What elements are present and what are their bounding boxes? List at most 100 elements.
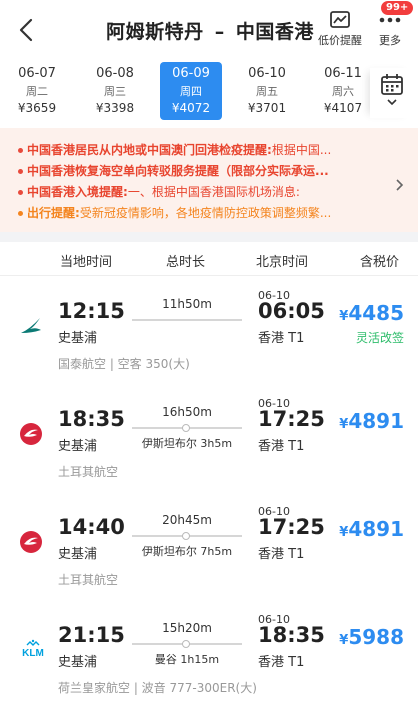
column-beijing-time: 北京时间 <box>256 255 309 270</box>
departure-airport: 史基浦 <box>58 439 98 454</box>
flight-price: ¥5988 <box>339 625 404 649</box>
back-button[interactable] <box>14 16 40 44</box>
arrival-time: 18:35 <box>258 623 325 647</box>
departure-airport: 史基浦 <box>58 547 98 562</box>
date-tab-date: 06-07 <box>18 66 56 81</box>
departure-time: 21:15 <box>58 623 125 647</box>
arrival-airport: 香港 T1 <box>258 439 305 454</box>
departure-airport: 史基浦 <box>58 655 98 670</box>
route-title: 阿姆斯特丹 – 中国香港 <box>100 17 320 44</box>
notice-title: 出行提醒: <box>27 206 80 220</box>
column-local-time: 当地时间 <box>60 255 113 270</box>
stopover-info: 曼谷 1h15m <box>154 653 220 666</box>
date-tab-price: ¥3398 <box>95 101 135 115</box>
notice-title: 中国香港入境提醒: <box>27 185 128 199</box>
flight-card-1[interactable]: 12:15 史基浦 11h50m 06-10 06:05 香港 T1 ¥4485… <box>0 277 418 393</box>
airline-info: 土耳其航空 <box>58 573 119 587</box>
airline-info: 荷兰皇家航空 | 波音 777-300ER(大) <box>58 681 257 695</box>
currency-symbol: ¥ <box>339 417 349 432</box>
flight-price: ¥4891 <box>339 517 404 541</box>
bullet-icon <box>18 148 23 153</box>
price-value: 5988 <box>348 625 404 649</box>
stopover-info: 伊斯坦布尔 3h5m <box>141 437 233 450</box>
flight-duration: 16h50m <box>162 405 212 419</box>
arrival-airport: 香港 T1 <box>258 331 305 346</box>
turkish-airlines-logo-icon <box>18 529 44 555</box>
date-tab-date: 06-11 <box>324 66 362 81</box>
bullet-icon <box>18 211 23 216</box>
notice-item: 中国香港恢复海空单向转驳服务提醒（限部分实际承运... <box>18 161 378 182</box>
route-line <box>132 640 242 648</box>
flight-card-4[interactable]: KLM 21:15 史基浦 15h20m 曼谷 1h15m 06-10 18:3… <box>0 601 418 711</box>
route-line <box>132 424 242 432</box>
notice-item: 中国香港入境提醒:一、根据中国香港国际机场消息: <box>18 182 378 203</box>
stopover-dot <box>182 532 190 540</box>
arrival-airport: 香港 T1 <box>258 655 305 670</box>
date-tab-0607[interactable]: 06-07 周二 ¥3659 <box>6 62 68 120</box>
currency-symbol: ¥ <box>339 309 349 324</box>
flight-duration: 20h45m <box>162 513 212 527</box>
column-duration: 总时长 <box>166 255 206 270</box>
arrival-time: 17:25 <box>258 407 325 431</box>
date-tab-weekday: 周四 <box>180 85 202 98</box>
klm-logo-icon: KLM <box>18 637 48 663</box>
notice-item: 中国香港居民从内地或中国澳门回港检疫提醒:根据中国... <box>18 140 378 161</box>
title-origin: 阿姆斯特丹 <box>106 21 204 43</box>
title-destination: 中国香港 <box>235 21 314 43</box>
date-tab-price: ¥3659 <box>17 101 57 115</box>
arrival-time: 17:25 <box>258 515 325 539</box>
departure-time: 18:35 <box>58 407 125 431</box>
calendar-icon <box>381 74 403 106</box>
date-tab-0610[interactable]: 06-10 周五 ¥3701 <box>236 62 298 120</box>
price-alert-button[interactable]: 低价提醒 <box>314 10 366 48</box>
header-bar: 阿姆斯特丹 – 中国香港 低价提醒 更多 99+ <box>0 0 418 58</box>
stopover-info: 伊斯坦布尔 7h5m <box>141 545 233 558</box>
date-selector: 06-07 周二 ¥3659 06-08 周三 ¥3398 06-09 周四 ¥… <box>0 58 418 128</box>
date-tab-price: ¥4072 <box>171 101 211 115</box>
date-tab-date: 06-09 <box>172 66 210 81</box>
calendar-button[interactable] <box>370 68 414 118</box>
departure-time: 14:40 <box>58 515 125 539</box>
date-tab-price: ¥4107 <box>323 101 363 115</box>
flight-price: ¥4485 <box>339 301 404 325</box>
stopover-dot <box>182 640 190 648</box>
column-price: 含税价 <box>360 255 400 270</box>
date-tab-date: 06-10 <box>248 66 286 81</box>
flight-list: 当地时间 总时长 北京时间 含税价 12:15 史基浦 11h50m 06-10… <box>0 242 418 711</box>
chevron-right-icon[interactable] <box>394 176 404 191</box>
flight-duration: 15h20m <box>162 621 212 635</box>
flight-price: ¥4891 <box>339 409 404 433</box>
flexible-change-tag: 灵活改签 <box>355 331 404 345</box>
price-value: 4891 <box>348 517 404 541</box>
notice-panel[interactable]: 中国香港居民从内地或中国澳门回港检疫提醒:根据中国... 中国香港恢复海空单向转… <box>0 128 418 232</box>
arrival-airport: 香港 T1 <box>258 547 305 562</box>
cathay-pacific-logo-icon <box>18 313 44 339</box>
notice-item: 出行提醒:受新冠疫情影响，各地疫情防控政策调整频繁... <box>18 203 378 224</box>
trend-chart-icon <box>330 11 350 28</box>
date-tab-0608[interactable]: 06-08 周三 ¥3398 <box>84 62 146 120</box>
notice-text: 根据中国... <box>271 143 332 157</box>
notification-badge: 99+ <box>380 0 415 16</box>
date-tab-0611[interactable]: 06-11 周六 ¥4107 <box>312 62 374 120</box>
notice-title: 中国香港居民从内地或中国澳门回港检疫提醒: <box>27 143 272 157</box>
title-separator: – <box>214 21 225 43</box>
route-line <box>132 319 242 321</box>
price-alert-label: 低价提醒 <box>318 34 362 47</box>
date-tab-price: ¥3701 <box>247 101 287 115</box>
date-tab-0609-selected[interactable]: 06-09 周四 ¥4072 <box>160 62 222 120</box>
price-value: 4891 <box>348 409 404 433</box>
more-label: 更多 <box>379 34 401 47</box>
flight-card-3[interactable]: 14:40 史基浦 20h45m 伊斯坦布尔 7h5m 06-10 17:25 … <box>0 493 418 609</box>
turkish-airlines-logo-icon <box>18 421 44 447</box>
bullet-icon <box>18 169 23 174</box>
departure-time: 12:15 <box>58 299 125 323</box>
date-tab-weekday: 周二 <box>26 85 48 98</box>
column-header: 当地时间 总时长 北京时间 含税价 <box>0 242 418 276</box>
notice-title: 中国香港恢复海空单向转驳服务提醒 <box>27 164 220 178</box>
date-tab-date: 06-08 <box>96 66 134 81</box>
flight-card-2[interactable]: 18:35 史基浦 16h50m 伊斯坦布尔 3h5m 06-10 17:25 … <box>0 385 418 501</box>
arrival-time: 06:05 <box>258 299 325 323</box>
flight-duration: 11h50m <box>162 297 212 311</box>
notice-text: 受新冠疫情影响，各地疫情防控政策调整频繁... <box>79 206 332 220</box>
stopover-dot <box>182 424 190 432</box>
